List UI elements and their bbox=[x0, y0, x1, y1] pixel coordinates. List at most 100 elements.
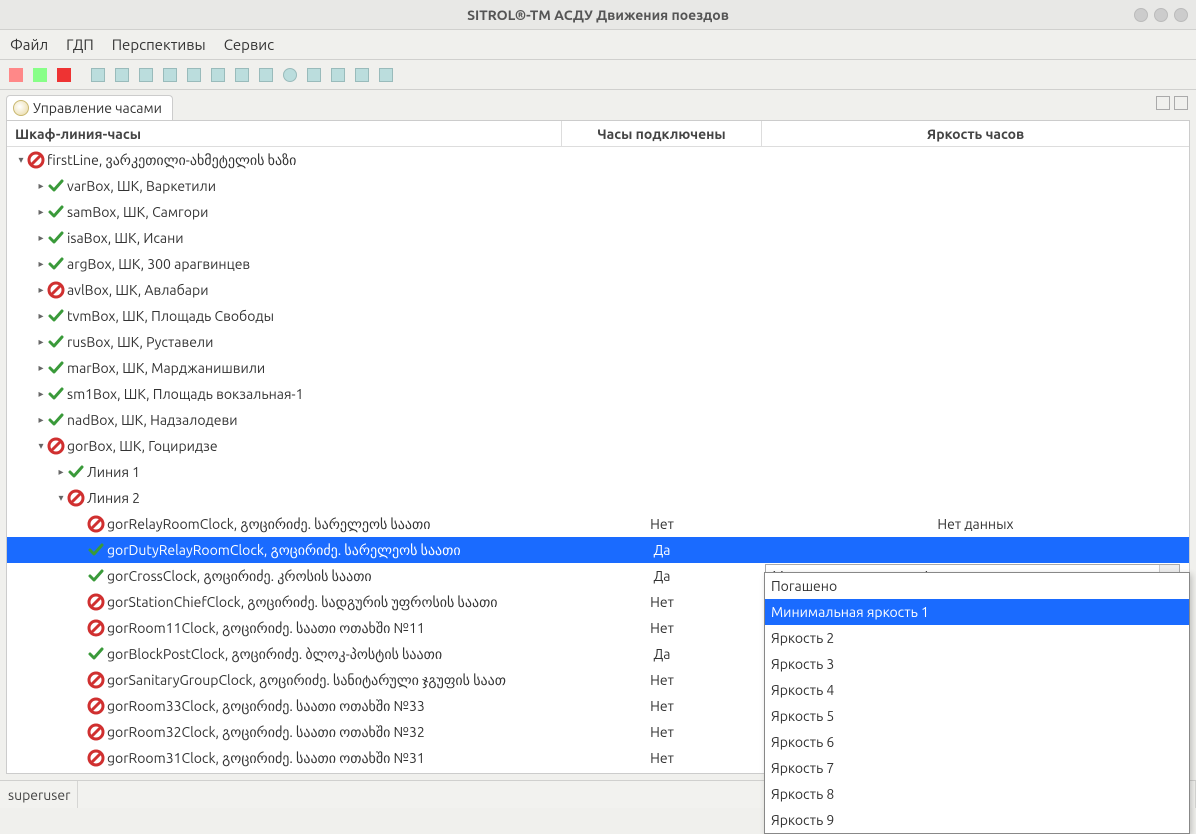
column-header-brightness[interactable]: Яркость часов bbox=[762, 121, 1189, 146]
status-user: superuser bbox=[0, 781, 78, 808]
toolbar-icon-5[interactable] bbox=[112, 65, 132, 85]
tree-row[interactable]: ▸argBox, ШК, 300 арагвинцев bbox=[7, 251, 1189, 277]
status-ok-icon bbox=[47, 333, 65, 351]
expand-toggle-icon[interactable]: ▸ bbox=[35, 258, 47, 270]
cell-connected: Нет bbox=[562, 724, 762, 740]
status-ok-icon bbox=[67, 463, 85, 481]
toolbar-icon-8[interactable] bbox=[184, 65, 204, 85]
brightness-dropdown[interactable]: ПогашеноМинимальная яркость 1Яркость 2Яр… bbox=[764, 572, 1190, 834]
menu-gdp[interactable]: ГДП bbox=[66, 36, 94, 53]
toolbar-icon-6[interactable] bbox=[136, 65, 156, 85]
column-header-connected[interactable]: Часы подключены bbox=[562, 121, 762, 146]
status-ok-icon bbox=[47, 229, 65, 247]
tree-row[interactable]: ▸tvmBox, ШК, Площадь Свободы bbox=[7, 303, 1189, 329]
maximize-view-icon[interactable] bbox=[1174, 96, 1188, 110]
tree-row-label: firstLine, ვარკეთილი-ახმეტელის ხაზი bbox=[47, 152, 296, 169]
column-header-name[interactable]: Шкаф-линия-часы bbox=[7, 121, 562, 146]
expand-toggle-icon[interactable]: ▸ bbox=[35, 310, 47, 322]
expand-toggle-icon[interactable]: ▸ bbox=[55, 466, 67, 478]
status-error-icon bbox=[87, 749, 105, 767]
status-error-icon bbox=[27, 151, 45, 169]
status-ok-icon bbox=[87, 645, 105, 663]
dropdown-item[interactable]: Минимальная яркость 1 bbox=[765, 599, 1189, 625]
toolbar-icon-4[interactable] bbox=[88, 65, 108, 85]
tree-row[interactable]: ▸ rusBox, ШК, Руставели bbox=[7, 329, 1189, 355]
dropdown-item[interactable]: Яркость 8 bbox=[765, 781, 1189, 807]
tree-row[interactable]: ▸marBox, ШК, Марджанишвили bbox=[7, 355, 1189, 381]
tree-row[interactable]: ▸isaBox, ШК, Исани bbox=[7, 225, 1189, 251]
tree-row-label: gorCrossClock, გოცირიძე. კროსის საათი bbox=[107, 568, 372, 585]
menu-file[interactable]: Файл bbox=[10, 36, 48, 53]
dropdown-item[interactable]: Погашено bbox=[765, 573, 1189, 599]
tree-row[interactable]: ▾Линия 2 bbox=[7, 485, 1189, 511]
tree-row-label: rusBox, ШК, Руставели bbox=[67, 334, 213, 350]
expand-toggle-icon[interactable]: ▸ bbox=[35, 414, 47, 426]
expand-toggle-icon[interactable]: ▸ bbox=[35, 206, 47, 218]
menu-perspectives[interactable]: Перспективы bbox=[112, 36, 206, 53]
menu-service[interactable]: Сервис bbox=[224, 36, 274, 53]
toolbar-icon-9[interactable] bbox=[208, 65, 228, 85]
tree-row[interactable]: ▸varBox, ШК, Варкетили bbox=[7, 173, 1189, 199]
tree-row[interactable]: ▸avlBox, ШК, Авлабари bbox=[7, 277, 1189, 303]
expand-toggle-icon[interactable]: ▸ bbox=[35, 232, 47, 244]
cell-connected: Нет bbox=[562, 750, 762, 766]
toolbar-clock-icon[interactable] bbox=[280, 65, 300, 85]
minimize-button[interactable] bbox=[1134, 8, 1148, 22]
status-ok-icon bbox=[87, 567, 105, 585]
cell-connected: Да bbox=[562, 568, 762, 584]
dropdown-item[interactable]: Яркость 4 bbox=[765, 677, 1189, 703]
toolbar-icon-14[interactable] bbox=[328, 65, 348, 85]
toolbar-icon-1[interactable] bbox=[6, 65, 26, 85]
dropdown-item[interactable]: Яркость 3 bbox=[765, 651, 1189, 677]
cell-connected: Нет bbox=[562, 698, 762, 714]
toolbar-icon-10[interactable] bbox=[232, 65, 252, 85]
tab-clock-management[interactable]: Управление часами bbox=[6, 95, 173, 120]
tree-row[interactable]: gorRelayRoomClock, გოცირიძე. სარელეოს სა… bbox=[7, 511, 1189, 537]
tree-row[interactable]: ▾ firstLine, ვარკეთილი-ახმეტელის ხაზი bbox=[7, 147, 1189, 173]
status-error-icon bbox=[67, 489, 85, 507]
status-ok-icon bbox=[47, 307, 65, 325]
tree-row[interactable]: gorDutyRelayRoomClock, გოცირიძე. სარელეო… bbox=[7, 537, 1189, 563]
expand-toggle-icon[interactable]: ▸ bbox=[35, 336, 47, 348]
toolbar-icon-15[interactable] bbox=[352, 65, 372, 85]
cell-connected: Да bbox=[562, 542, 762, 558]
tree-row-label: samBox, ШК, Самгори bbox=[67, 204, 208, 220]
status-error-icon bbox=[47, 437, 65, 455]
close-button[interactable] bbox=[1174, 8, 1188, 22]
tree-row[interactable]: ▸sm1Box, ШК, Площадь вокзальная-1 bbox=[7, 381, 1189, 407]
dropdown-item[interactable]: Яркость 2 bbox=[765, 625, 1189, 651]
expand-toggle-icon[interactable]: ▾ bbox=[35, 440, 47, 452]
tree-row[interactable]: ▸ samBox, ШК, Самгори bbox=[7, 199, 1189, 225]
window-controls bbox=[1134, 8, 1188, 22]
toolbar bbox=[0, 60, 1196, 90]
minimize-view-icon[interactable] bbox=[1156, 96, 1170, 110]
expand-toggle-icon[interactable]: ▾ bbox=[15, 154, 27, 166]
toolbar-icon-3[interactable] bbox=[54, 65, 74, 85]
tree-row[interactable]: ▸Линия 1 bbox=[7, 459, 1189, 485]
tab-label: Управление часами bbox=[33, 100, 162, 116]
tree-row[interactable]: ▸nadBox, ШК, Надзалодеви bbox=[7, 407, 1189, 433]
expand-toggle-icon[interactable]: ▸ bbox=[35, 388, 47, 400]
titlebar: SITROL®-TM АСДУ Движения поездов bbox=[0, 0, 1196, 30]
cell-connected: Нет bbox=[562, 672, 762, 688]
expand-toggle-icon[interactable]: ▸ bbox=[35, 284, 47, 296]
toolbar-icon-13[interactable] bbox=[304, 65, 324, 85]
toolbar-icon-7[interactable] bbox=[160, 65, 180, 85]
maximize-button[interactable] bbox=[1154, 8, 1168, 22]
status-ok-icon bbox=[47, 177, 65, 195]
dropdown-item[interactable]: Яркость 5 bbox=[765, 703, 1189, 729]
toolbar-icon-16[interactable] bbox=[376, 65, 396, 85]
tree-row[interactable]: ▾gorBox, ШК, Гоциридзе bbox=[7, 433, 1189, 459]
expand-toggle-icon[interactable]: ▸ bbox=[35, 180, 47, 192]
cell-connected: Нет bbox=[562, 620, 762, 636]
dropdown-item[interactable]: Яркость 7 bbox=[765, 755, 1189, 781]
expand-toggle-icon[interactable]: ▾ bbox=[55, 492, 67, 504]
status-ok-icon bbox=[47, 385, 65, 403]
toolbar-icon-2[interactable] bbox=[30, 65, 50, 85]
dropdown-item[interactable]: Яркость 9 bbox=[765, 807, 1189, 833]
status-error-icon bbox=[87, 515, 105, 533]
toolbar-icon-11[interactable] bbox=[256, 65, 276, 85]
expand-toggle-icon[interactable]: ▸ bbox=[35, 362, 47, 374]
cell-brightness: Нет данных bbox=[762, 516, 1189, 532]
dropdown-item[interactable]: Яркость 6 bbox=[765, 729, 1189, 755]
